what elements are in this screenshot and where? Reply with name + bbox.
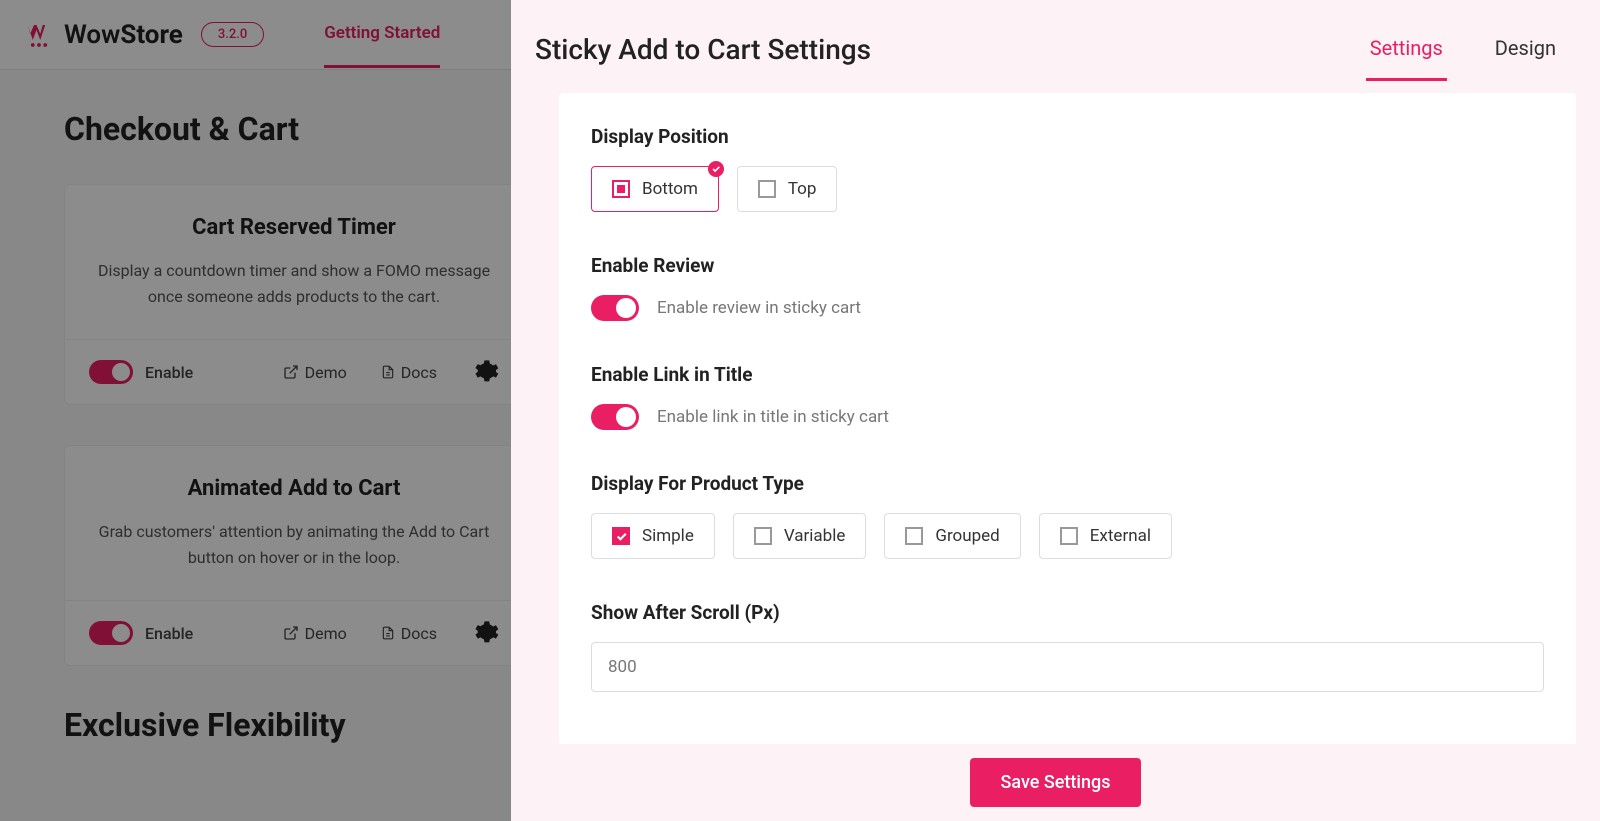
settings-panel: Sticky Add to Cart Settings Settings Des… [511,0,1600,821]
toggle-desc: Enable review in sticky cart [657,298,861,318]
option-label: Grouped [935,526,999,546]
option-label: Variable [784,526,846,546]
option-label: Simple [642,526,694,546]
setting-scroll: Show After Scroll (Px) [591,601,1544,692]
tab-design[interactable]: Design [1491,18,1560,81]
save-button[interactable]: Save Settings [970,758,1140,807]
checkbox-icon [758,180,776,198]
setting-label: Display Position [591,125,1544,148]
panel-body: Display Position Bottom Top Enable Revie… [559,93,1576,744]
option-grouped[interactable]: Grouped [884,513,1020,559]
checkbox-icon [612,527,630,545]
tab-settings[interactable]: Settings [1366,18,1447,81]
setting-label: Enable Link in Title [591,363,1544,386]
checkbox-icon [905,527,923,545]
link-title-toggle[interactable] [591,404,639,430]
option-label: External [1090,526,1151,546]
panel-title: Sticky Add to Cart Settings [535,33,871,66]
option-top[interactable]: Top [737,166,838,212]
option-external[interactable]: External [1039,513,1172,559]
setting-label: Enable Review [591,254,1544,277]
option-label: Bottom [642,179,698,199]
scroll-input[interactable] [591,642,1544,692]
checkbox-icon [612,180,630,198]
option-bottom[interactable]: Bottom [591,166,719,212]
option-variable[interactable]: Variable [733,513,867,559]
selected-badge-icon [708,161,724,177]
checkbox-icon [754,527,772,545]
review-toggle[interactable] [591,295,639,321]
option-label: Top [788,179,817,199]
setting-enable-review: Enable Review Enable review in sticky ca… [591,254,1544,321]
setting-label: Display For Product Type [591,472,1544,495]
option-simple[interactable]: Simple [591,513,715,559]
checkbox-icon [1060,527,1078,545]
setting-enable-link-title: Enable Link in Title Enable link in titl… [591,363,1544,430]
setting-product-type: Display For Product Type Simple Variable… [591,472,1544,559]
panel-header: Sticky Add to Cart Settings Settings Des… [511,0,1600,81]
panel-tabs: Settings Design [1366,18,1560,81]
toggle-desc: Enable link in title in sticky cart [657,407,889,427]
setting-display-position: Display Position Bottom Top [591,125,1544,212]
setting-label: Show After Scroll (Px) [591,601,1544,624]
panel-footer: Save Settings [511,744,1600,821]
